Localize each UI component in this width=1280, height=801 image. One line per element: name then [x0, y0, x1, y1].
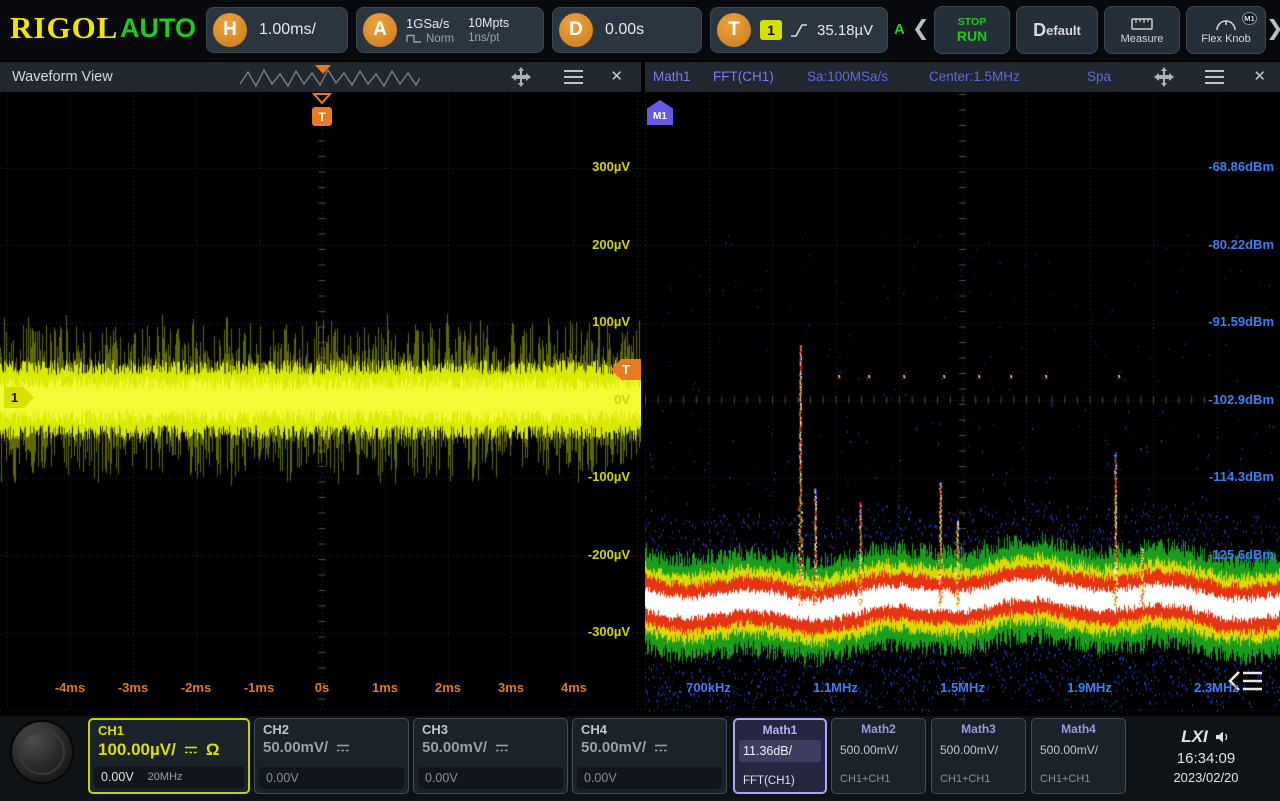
math1-scale: 11.36dB/: [739, 740, 821, 762]
bottom-bar: CH1 100.00µV/ Ω 0.00V 20MHz CH2 50.00mV/: [0, 716, 1280, 801]
ch3-offset: 0.00V: [425, 771, 458, 785]
fft-center-frequency: Center:1.5MHz: [929, 69, 1020, 84]
waveform-plot-area[interactable]: T 1 T 300µV200µV100µV0V-100µV-200µV-300µ…: [0, 92, 641, 712]
delay-value: 0.00s: [605, 21, 644, 39]
measure-icon: [1131, 16, 1153, 32]
trigger-slope-icon: [789, 22, 809, 39]
waveform-titlebar: Waveform View ✕: [0, 62, 641, 92]
math-box-math3[interactable]: Math3 500.00mV/ CH1+CH1: [931, 718, 1026, 794]
math4-scale: 500.00mV/: [1040, 743, 1098, 757]
delay-pill[interactable]: D 0.00s: [552, 7, 702, 53]
dc-coupling-icon: [495, 743, 509, 753]
memory-depth: 10Mpts: [468, 16, 509, 30]
trigger-level-value: 35.18µV: [817, 22, 873, 39]
fft-titlebar: Math1 FFT(CH1) Sa:100MSa/s Center:1.5MHz…: [645, 62, 1280, 92]
stop-label: STOP: [958, 17, 986, 28]
channel-box-ch4[interactable]: CH4 50.00mV/ 0.00V: [572, 718, 727, 794]
horizontal-position-overview[interactable]: [240, 64, 420, 90]
dc-coupling-icon: [184, 745, 198, 755]
t-knob-icon[interactable]: T: [717, 13, 751, 47]
measure-button[interactable]: Measure: [1104, 6, 1180, 54]
system-time: 16:34:09: [1177, 750, 1235, 767]
rigol-logo: RIGOL: [10, 10, 118, 46]
math3-expression: CH1+CH1: [940, 773, 990, 785]
sample-interval: 1ns/pt: [468, 32, 509, 44]
math2-scale: 500.00mV/: [840, 743, 898, 757]
channel-box-ch1[interactable]: CH1 100.00µV/ Ω 0.00V 20MHz: [88, 718, 250, 794]
channel-box-ch3[interactable]: CH3 50.00mV/ 0.00V: [413, 718, 568, 794]
status-clock: LXI 16:34:09 2023/02/20: [1136, 718, 1276, 794]
fft-panel-title: Math1: [653, 69, 691, 84]
math2-expression: CH1+CH1: [840, 773, 890, 785]
dc-coupling-icon: [654, 743, 668, 753]
ch4-offset: 0.00V: [584, 771, 617, 785]
acquisition-pill[interactable]: A 1GSa/s Norm 10Mpts 1ns/pt: [356, 7, 544, 53]
fft-spectrum-canvas[interactable]: [645, 92, 1280, 712]
ch1-scale: 100.00µV/: [98, 740, 176, 760]
a-knob-icon[interactable]: A: [363, 13, 397, 47]
flex-knob-m1-badge: M1: [1242, 12, 1257, 25]
lxi-logo: LXI: [1181, 727, 1207, 747]
ch2-scale: 50.00mV/: [263, 739, 328, 756]
stop-run-button[interactable]: STOP RUN: [934, 6, 1010, 54]
panel-menu-icon[interactable]: [564, 70, 583, 84]
sample-rate: 1GSa/s: [406, 16, 454, 31]
flex-knob-icon: [1213, 16, 1239, 32]
run-label: RUN: [957, 29, 987, 43]
quick-menu-icon[interactable]: [1228, 668, 1264, 695]
math-box-math2[interactable]: Math2 500.00mV/ CH1+CH1: [831, 718, 926, 794]
math4-expression: CH1+CH1: [1040, 773, 1090, 785]
math1-expression: FFT(CH1): [743, 775, 795, 787]
ch1-bandwidth: 20MHz: [148, 771, 183, 783]
math-box-math1[interactable]: Math1 11.36dB/ FFT(CH1): [733, 718, 827, 794]
dc-coupling-icon: [336, 743, 350, 753]
trigger-armed-indicator: A: [894, 21, 905, 38]
square-wave-icon: [406, 34, 422, 43]
svg-text:T: T: [318, 110, 326, 124]
trigger-pill[interactable]: T 1 35.18µV: [710, 7, 888, 53]
math-box-math4[interactable]: Math4 500.00mV/ CH1+CH1: [1031, 718, 1126, 794]
waveform-view-panel: Waveform View ✕ T 1 T 300µV200µV100µV0V-…: [0, 62, 641, 712]
ch2-offset: 0.00V: [266, 771, 299, 785]
horizontal-scale-pill[interactable]: H 1.00ms/: [206, 7, 348, 53]
fft-plot-area[interactable]: M1 -68.86dBm-80.22dBm-91.59dBm-102.9dBm-…: [645, 92, 1280, 712]
trigger-position-marker-icon[interactable]: [315, 65, 331, 74]
horizontal-scale-value: 1.00ms/: [259, 21, 316, 39]
fft-sample-rate: Sa:100MSa/s: [807, 69, 888, 84]
d-knob-icon[interactable]: D: [559, 13, 593, 47]
h-knob-icon[interactable]: H: [213, 13, 247, 47]
pan-move-icon[interactable]: [1154, 67, 1174, 87]
ch1-impedance: Ω: [206, 740, 220, 760]
fft-span-truncated: Spa: [1087, 69, 1111, 84]
toolbar-scroll-right-icon[interactable]: ❯: [1266, 16, 1280, 41]
panel-menu-icon[interactable]: [1205, 70, 1224, 84]
pan-move-icon[interactable]: [511, 67, 531, 87]
panel-close-icon[interactable]: ✕: [1253, 67, 1266, 85]
ch4-scale: 50.00mV/: [581, 739, 646, 756]
fft-panel: Math1 FFT(CH1) Sa:100MSa/s Center:1.5MHz…: [645, 62, 1280, 712]
math3-scale: 500.00mV/: [940, 743, 998, 757]
rigol-emblem: [10, 720, 74, 784]
trigger-position-indicator[interactable]: T: [305, 92, 339, 128]
fft-function-label: FFT(CH1): [713, 69, 774, 84]
trigger-source-badge: 1: [760, 20, 782, 40]
system-date: 2023/02/20: [1173, 770, 1238, 785]
speaker-icon[interactable]: [1215, 730, 1231, 744]
channel-box-ch2[interactable]: CH2 50.00mV/ 0.00V: [254, 718, 409, 794]
panel-close-icon[interactable]: ✕: [610, 67, 623, 85]
ch3-scale: 50.00mV/: [422, 739, 487, 756]
waveform-panel-title: Waveform View: [12, 69, 113, 85]
waveform-trace-canvas[interactable]: [0, 92, 641, 712]
flex-knob-button[interactable]: M1 Flex Knob: [1186, 6, 1266, 54]
top-bar: RIGOL AUTO H 1.00ms/ A 1GSa/s Norm 10Mpt…: [0, 0, 1280, 60]
trigger-mode-status: AUTO: [120, 13, 196, 44]
toolbar-scroll-left-icon[interactable]: ❮: [912, 16, 930, 41]
oscilloscope-screen: RIGOL AUTO H 1.00ms/ A 1GSa/s Norm 10Mpt…: [0, 0, 1280, 801]
ch1-offset: 0.00V: [101, 770, 134, 784]
acquire-mode: Norm: [426, 33, 454, 45]
default-button[interactable]: Default: [1016, 6, 1098, 54]
